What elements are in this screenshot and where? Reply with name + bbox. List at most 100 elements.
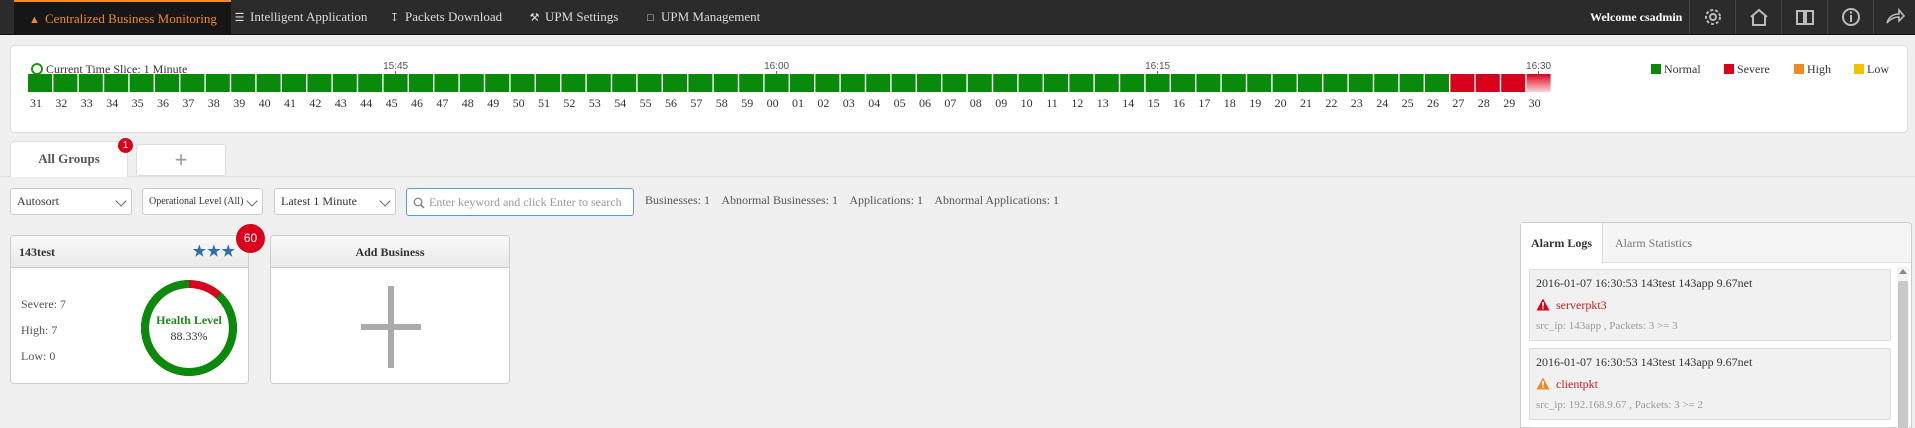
timeline-slot[interactable]	[891, 74, 916, 92]
docs-button[interactable]	[1781, 0, 1827, 34]
timeline-slot[interactable]	[129, 74, 154, 92]
timeline-slot[interactable]	[1196, 74, 1221, 92]
timeline-slot[interactable]	[688, 74, 713, 92]
timeline-slot[interactable]	[1069, 74, 1094, 92]
add-business-card[interactable]: Add Business	[270, 235, 510, 384]
alarm-log-header: 2016-01-07 16:30:53 143test 143app 9.67n…	[1536, 276, 1753, 290]
nav-intelligent-application[interactable]: ☰ Intelligent Application	[219, 0, 381, 34]
timeline-slot[interactable]	[1272, 74, 1297, 92]
severe-count: Severe: 7	[21, 297, 66, 311]
add-business-title: Add Business	[355, 245, 425, 259]
timeline-slot[interactable]	[1018, 74, 1043, 92]
timeline-slot[interactable]	[1425, 74, 1449, 92]
wrench-icon: ⚒	[529, 12, 540, 24]
timeline-slot[interactable]	[815, 74, 840, 92]
timeline-slot[interactable]	[28, 74, 52, 92]
timeline-slot[interactable]	[561, 74, 586, 92]
tab-alarm-statistics[interactable]: Alarm Statistics	[1605, 223, 1702, 263]
alarm-log-entry[interactable]: 2016-01-07 16:30:53 143test 143app 9.67n…	[1529, 269, 1891, 341]
search-input[interactable]	[429, 192, 629, 212]
timeline-slot[interactable]	[967, 74, 992, 92]
timeline-slot[interactable]	[1145, 74, 1170, 92]
timeline-slot[interactable]	[180, 74, 205, 92]
timeline-slot[interactable]	[942, 74, 967, 92]
timeline-slot[interactable]	[383, 74, 408, 92]
timeline-slot[interactable]	[282, 74, 306, 92]
timeline-slot[interactable]	[1044, 74, 1068, 92]
timeline-slot[interactable]	[53, 74, 78, 92]
timeline-slot[interactable]	[1221, 74, 1246, 92]
timeline-slot[interactable]	[536, 74, 560, 92]
time-range-select[interactable]: Latest 1 Minute	[274, 188, 396, 215]
health-level-label: Health Level	[156, 313, 222, 327]
timeline-slot[interactable]	[1399, 74, 1424, 92]
timeline-slot-label: 12	[1071, 96, 1083, 110]
nav-packets-download[interactable]: ↧ Packets Download	[374, 0, 516, 34]
timeline-slot[interactable]	[155, 74, 179, 92]
timeline-slot[interactable]	[1298, 74, 1322, 92]
alarm-log-entry[interactable]: 2016-01-07 16:30:53 143test 143app 9.67n…	[1529, 348, 1891, 420]
timeline-slot-label: 13	[1097, 96, 1109, 110]
settings-button[interactable]	[1689, 0, 1735, 34]
add-group-tab-button[interactable]: +	[136, 144, 226, 176]
timeline-slot[interactable]	[917, 74, 941, 92]
timeline-slot[interactable]	[764, 74, 789, 92]
timeline-slot-label: 11	[1046, 96, 1058, 110]
timeline-slot-label: 28	[1478, 96, 1490, 110]
sort-select[interactable]: Autosort	[10, 188, 132, 215]
timeline-slot[interactable]	[409, 74, 433, 92]
timeline-slot[interactable]	[586, 74, 611, 92]
business-card[interactable]: 143test ★★★ Severe: 7 High: 7 Low: 0 Hea…	[10, 235, 249, 384]
alarm-scrollbar[interactable]	[1897, 267, 1909, 428]
timeline-slot[interactable]	[104, 74, 129, 92]
nav-label: UPM Management	[661, 9, 761, 24]
nav-upm-management[interactable]: □ UPM Management	[630, 0, 774, 34]
timeline-slot[interactable]	[1348, 74, 1373, 92]
timeline-slot[interactable]	[307, 74, 332, 92]
operational-level-select-value: Operational Level (All)	[149, 196, 244, 207]
timeline-slot[interactable]	[510, 74, 535, 92]
timeline-slot[interactable]	[434, 74, 459, 92]
info-button[interactable]	[1827, 0, 1873, 34]
timeline-slot[interactable]	[1526, 74, 1551, 92]
nav-label: Centralized Business Monitoring	[45, 11, 217, 26]
timeline-slot[interactable]	[840, 74, 865, 92]
timeline-slot[interactable]	[1094, 74, 1119, 92]
tab-all-groups[interactable]: All Groups	[10, 141, 128, 177]
timeline-slot[interactable]	[1374, 74, 1399, 92]
operational-level-select[interactable]: Operational Level (All)	[142, 188, 263, 215]
scrollbar-thumb[interactable]	[1898, 281, 1908, 428]
timeline-slot[interactable]	[485, 74, 510, 92]
timeline-slot[interactable]	[1171, 74, 1195, 92]
alarm-log-name: clientpkt	[1556, 377, 1598, 391]
nav-upm-settings[interactable]: ⚒ UPM Settings	[514, 0, 632, 34]
timeline-slot[interactable]	[1120, 74, 1145, 92]
timeline-slot[interactable]	[231, 74, 256, 92]
tab-alarm-logs[interactable]: Alarm Logs	[1521, 223, 1603, 264]
timeline-slot[interactable]	[1450, 74, 1475, 92]
time-marker-label: 16:00	[764, 61, 789, 72]
timeline-slot[interactable]	[1501, 74, 1526, 92]
timeline-slot[interactable]	[637, 74, 662, 92]
timeline-slot[interactable]	[713, 74, 738, 92]
scroll-up-icon[interactable]	[1899, 269, 1907, 274]
timeline-slot[interactable]	[459, 74, 484, 92]
timeline-slot[interactable]	[256, 74, 281, 92]
timeline-slot[interactable]	[205, 74, 230, 92]
timeline-slot[interactable]	[78, 74, 103, 92]
timeline-slot[interactable]	[332, 74, 357, 92]
timeline-slot[interactable]	[993, 74, 1018, 92]
home-button[interactable]	[1735, 0, 1781, 34]
timeline-slot[interactable]	[1323, 74, 1348, 92]
timeline-slot[interactable]	[663, 74, 687, 92]
timeline-slot[interactable]	[739, 74, 764, 92]
share-button[interactable]	[1873, 0, 1915, 34]
nav-centralized-business-monitoring[interactable]: ▲ Centralized Business Monitoring	[14, 0, 231, 34]
timeline-slot[interactable]	[866, 74, 891, 92]
timeline-slot[interactable]	[1247, 74, 1272, 92]
timeline-slot[interactable]	[358, 74, 383, 92]
timeline-slot[interactable]	[612, 74, 637, 92]
timeline-slot-label: 06	[919, 96, 931, 110]
timeline-slot[interactable]	[790, 74, 814, 92]
timeline-slot[interactable]	[1475, 74, 1500, 92]
